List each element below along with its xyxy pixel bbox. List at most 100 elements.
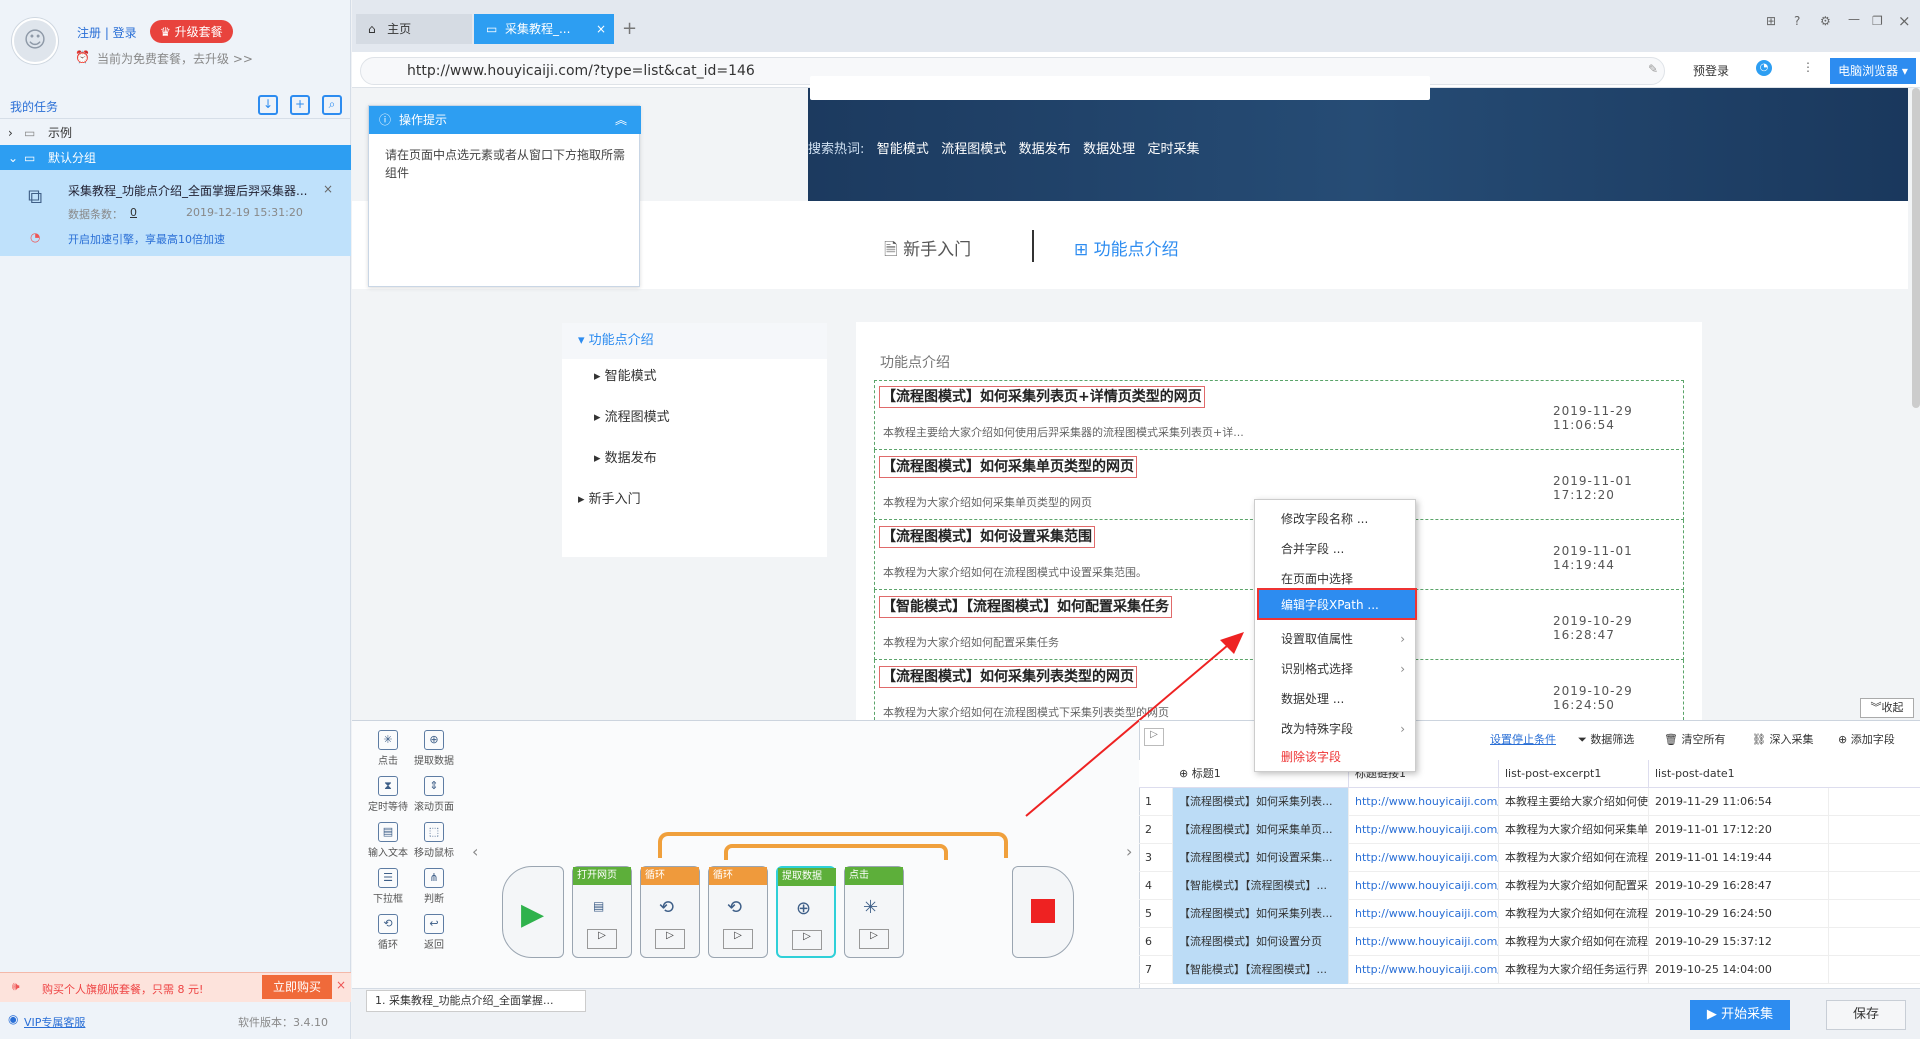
start-collect-button[interactable]: ▶ 开始采集 bbox=[1690, 1000, 1790, 1030]
table-cell[interactable]: http://www.houyicaiji.com/?typ... bbox=[1349, 900, 1499, 928]
table-row[interactable]: 7 【智能模式】【流程图模式】... http://www.houyicaiji.c… bbox=[1139, 956, 1920, 984]
tool-input[interactable]: ▤ 输入文本 bbox=[366, 818, 410, 864]
tab-features[interactable]: ⊞ 功能点介绍 bbox=[1074, 235, 1179, 260]
table-cell[interactable]: 2019-11-29 11:06:54 bbox=[1649, 788, 1829, 816]
import-icon[interactable]: ↓ bbox=[258, 95, 278, 115]
table-cell[interactable]: http://www.houyicaiji.com/?typ... bbox=[1349, 788, 1499, 816]
article-title[interactable]: 【流程图模式】如何设置采集范围 bbox=[879, 526, 1095, 548]
boost-link[interactable]: 开启加速引擎，享最高10倍加速 bbox=[68, 231, 225, 247]
menu-item-attribute[interactable]: 设置取值属性 › bbox=[1255, 624, 1415, 654]
hot-word[interactable]: 数据发布 bbox=[1019, 142, 1071, 157]
table-cell[interactable]: 2019-11-01 17:12:20 bbox=[1649, 816, 1829, 844]
close-promo-icon[interactable]: × bbox=[336, 978, 346, 992]
menu-item-format[interactable]: 识别格式选择 › bbox=[1255, 654, 1415, 684]
scroll-left-icon[interactable]: ‹ bbox=[472, 842, 478, 861]
tree-item-examples[interactable]: › ▭ 示例 bbox=[0, 120, 351, 146]
tab-active[interactable]: ▭ 采集教程_... × bbox=[474, 14, 614, 44]
table-cell[interactable]: 本教程为大家介绍任务运行界面 bbox=[1499, 956, 1649, 984]
tool-back[interactable]: ↩ 返回 bbox=[412, 910, 456, 956]
table-cell[interactable]: 本教程主要给大家介绍如何使... bbox=[1499, 788, 1649, 816]
hot-word[interactable]: 定时采集 bbox=[1147, 142, 1199, 157]
article-title[interactable]: 【流程图模式】如何采集列表页+详情页类型的网页 bbox=[879, 386, 1205, 408]
upgrade-button[interactable]: ♛ 升级套餐 bbox=[150, 20, 233, 43]
menu-item-edit-xpath[interactable]: 编辑字段XPath ... bbox=[1257, 588, 1417, 620]
table-cell[interactable]: 【流程图模式】如何设置分页 bbox=[1173, 928, 1349, 956]
site-search-input[interactable] bbox=[810, 76, 1430, 100]
table-cell[interactable]: 本教程为大家介绍如何在流程... bbox=[1499, 844, 1649, 872]
table-row[interactable]: 4 【智能模式】【流程图模式】... http://www.houyicaiji.c… bbox=[1139, 872, 1920, 900]
run-icon[interactable]: ▷ bbox=[655, 929, 685, 949]
tool-scroll[interactable]: ⇕ 滚动页面 bbox=[412, 772, 456, 818]
list-item[interactable]: 【流程图模式】如何采集列表页+详情页类型的网页 2019-11-29 11:06… bbox=[874, 380, 1684, 450]
save-button[interactable]: 保存 bbox=[1826, 1000, 1906, 1030]
tool-dropdown[interactable]: ☰ 下拉框 bbox=[366, 864, 410, 910]
tab-beginner[interactable]: 🗎 新手入门 bbox=[884, 235, 971, 266]
help-icon[interactable]: ? bbox=[1794, 14, 1800, 28]
nav-item-smart[interactable]: ▸ 智能模式 bbox=[562, 359, 827, 395]
article-title[interactable]: 【智能模式】【流程图模式】如何配置采集任务 bbox=[879, 596, 1172, 618]
table-row[interactable]: 1 【流程图模式】如何采集列表... http://www.houyicaiji.c… bbox=[1139, 788, 1920, 816]
table-cell[interactable]: 【流程图模式】如何设置采集... bbox=[1173, 844, 1349, 872]
tool-wait[interactable]: ⧗ 定时等待 bbox=[366, 772, 410, 818]
plan-text[interactable]: 当前为免费套餐，去升级 >> bbox=[97, 50, 253, 67]
table-cell[interactable]: http://www.houyicaiji.com/?typ... bbox=[1349, 816, 1499, 844]
gift-icon[interactable]: ⊞ bbox=[1766, 14, 1776, 28]
table-cell[interactable]: http://www.houyicaiji.com/?typ... bbox=[1349, 928, 1499, 956]
prelogin-button[interactable]: 预登录 bbox=[1693, 62, 1729, 79]
task-count[interactable]: 0 bbox=[130, 206, 137, 219]
vip-support-link[interactable]: VIP专属客服 bbox=[24, 1014, 85, 1030]
preview-play-icon[interactable]: ▷ bbox=[1144, 728, 1164, 746]
register-login-link[interactable]: 注册 | 登录 bbox=[77, 24, 137, 41]
close-icon[interactable]: × bbox=[323, 182, 333, 196]
end-node[interactable] bbox=[1012, 866, 1074, 958]
tool-mouse[interactable]: ⬚ 移动鼠标 bbox=[412, 818, 456, 864]
add-field-button[interactable]: ⊕ 添加字段 bbox=[1838, 731, 1895, 747]
column-header[interactable]: list-post-date1 bbox=[1649, 760, 1829, 788]
hot-word[interactable]: 数据处理 bbox=[1083, 142, 1135, 157]
minimize-icon[interactable]: — bbox=[1848, 12, 1860, 26]
nav-item-flowchart[interactable]: ▸ 流程图模式 bbox=[562, 400, 827, 436]
table-cell[interactable]: http://www.houyicaiji.com/?typ... bbox=[1349, 956, 1499, 984]
filter-button[interactable]: ⏷ 数据筛选 bbox=[1578, 731, 1634, 747]
nav-item-beginner[interactable]: ▸ 新手入门 bbox=[562, 482, 827, 518]
table-cell[interactable]: 2019-10-29 16:28:47 bbox=[1649, 872, 1829, 900]
close-window-icon[interactable]: × bbox=[1898, 12, 1911, 30]
table-cell[interactable]: 本教程为大家介绍如何在流程... bbox=[1499, 928, 1649, 956]
flow-node-open-page[interactable]: 打开网页 ▤ ▷ bbox=[572, 866, 632, 958]
menu-item-rename[interactable]: 修改字段名称 ... bbox=[1255, 504, 1415, 534]
table-cell[interactable]: 【流程图模式】如何采集列表... bbox=[1173, 788, 1349, 816]
table-cell[interactable]: http://www.houyicaiji.com/?typ... bbox=[1349, 872, 1499, 900]
table-cell[interactable]: 本教程为大家介绍如何采集单... bbox=[1499, 816, 1649, 844]
flow-node-click[interactable]: 点击 ✳ ▷ bbox=[844, 866, 904, 958]
menu-item-delete-field[interactable]: 删除该字段 bbox=[1255, 742, 1415, 772]
flow-node-loop-1[interactable]: 循环 ⟲ ▷ bbox=[640, 866, 700, 958]
hot-word[interactable]: 智能模式 bbox=[877, 142, 929, 157]
table-cell[interactable]: 【流程图模式】如何采集单页... bbox=[1173, 816, 1349, 844]
menu-item-special-field[interactable]: 改为特殊字段 › bbox=[1255, 714, 1415, 744]
edit-icon[interactable]: ✎ bbox=[1648, 62, 1658, 76]
scrollbar[interactable] bbox=[1912, 88, 1920, 408]
table-cell[interactable]: http://www.houyicaiji.com/?typ... bbox=[1349, 844, 1499, 872]
search-task-icon[interactable]: ⌕ bbox=[322, 95, 342, 115]
flow-node-extract[interactable]: 提取数据 ⊕ ▷ bbox=[776, 866, 836, 958]
table-cell[interactable]: 2019-10-25 14:04:00 bbox=[1649, 956, 1829, 984]
flow-node-loop-2[interactable]: 循环 ⟲ ▷ bbox=[708, 866, 768, 958]
collapse-button[interactable]: ︾收起 bbox=[1860, 698, 1914, 718]
table-cell[interactable]: 【智能模式】【流程图模式】... bbox=[1173, 956, 1349, 984]
nav-item-publish[interactable]: ▸ 数据发布 bbox=[562, 441, 827, 477]
table-row[interactable]: 2 【流程图模式】如何采集单页... http://www.houyicaiji.c… bbox=[1139, 816, 1920, 844]
run-icon[interactable]: ▷ bbox=[859, 929, 889, 949]
buy-now-button[interactable]: 立即购买 bbox=[262, 975, 332, 999]
run-icon[interactable]: ▷ bbox=[792, 930, 822, 950]
tool-click[interactable]: ✳ 点击 bbox=[366, 726, 410, 772]
table-cell[interactable]: 2019-11-01 14:19:44 bbox=[1649, 844, 1829, 872]
collapse-icon[interactable]: ︽ bbox=[615, 106, 627, 134]
nav-item-features[interactable]: ▾ 功能点介绍 bbox=[562, 323, 827, 359]
tab-home[interactable]: ⌂ 主页 bbox=[356, 14, 472, 44]
table-cell[interactable]: 本教程为大家介绍如何在流程... bbox=[1499, 900, 1649, 928]
scroll-right-icon[interactable]: › bbox=[1126, 842, 1132, 861]
tool-extract[interactable]: ⊕ 提取数据 bbox=[412, 726, 456, 772]
user-icon[interactable]: ◔ bbox=[1756, 60, 1772, 76]
stop-condition-link[interactable]: 设置停止条件 bbox=[1490, 731, 1556, 747]
menu-item-merge[interactable]: 合并字段 ... bbox=[1255, 534, 1415, 564]
